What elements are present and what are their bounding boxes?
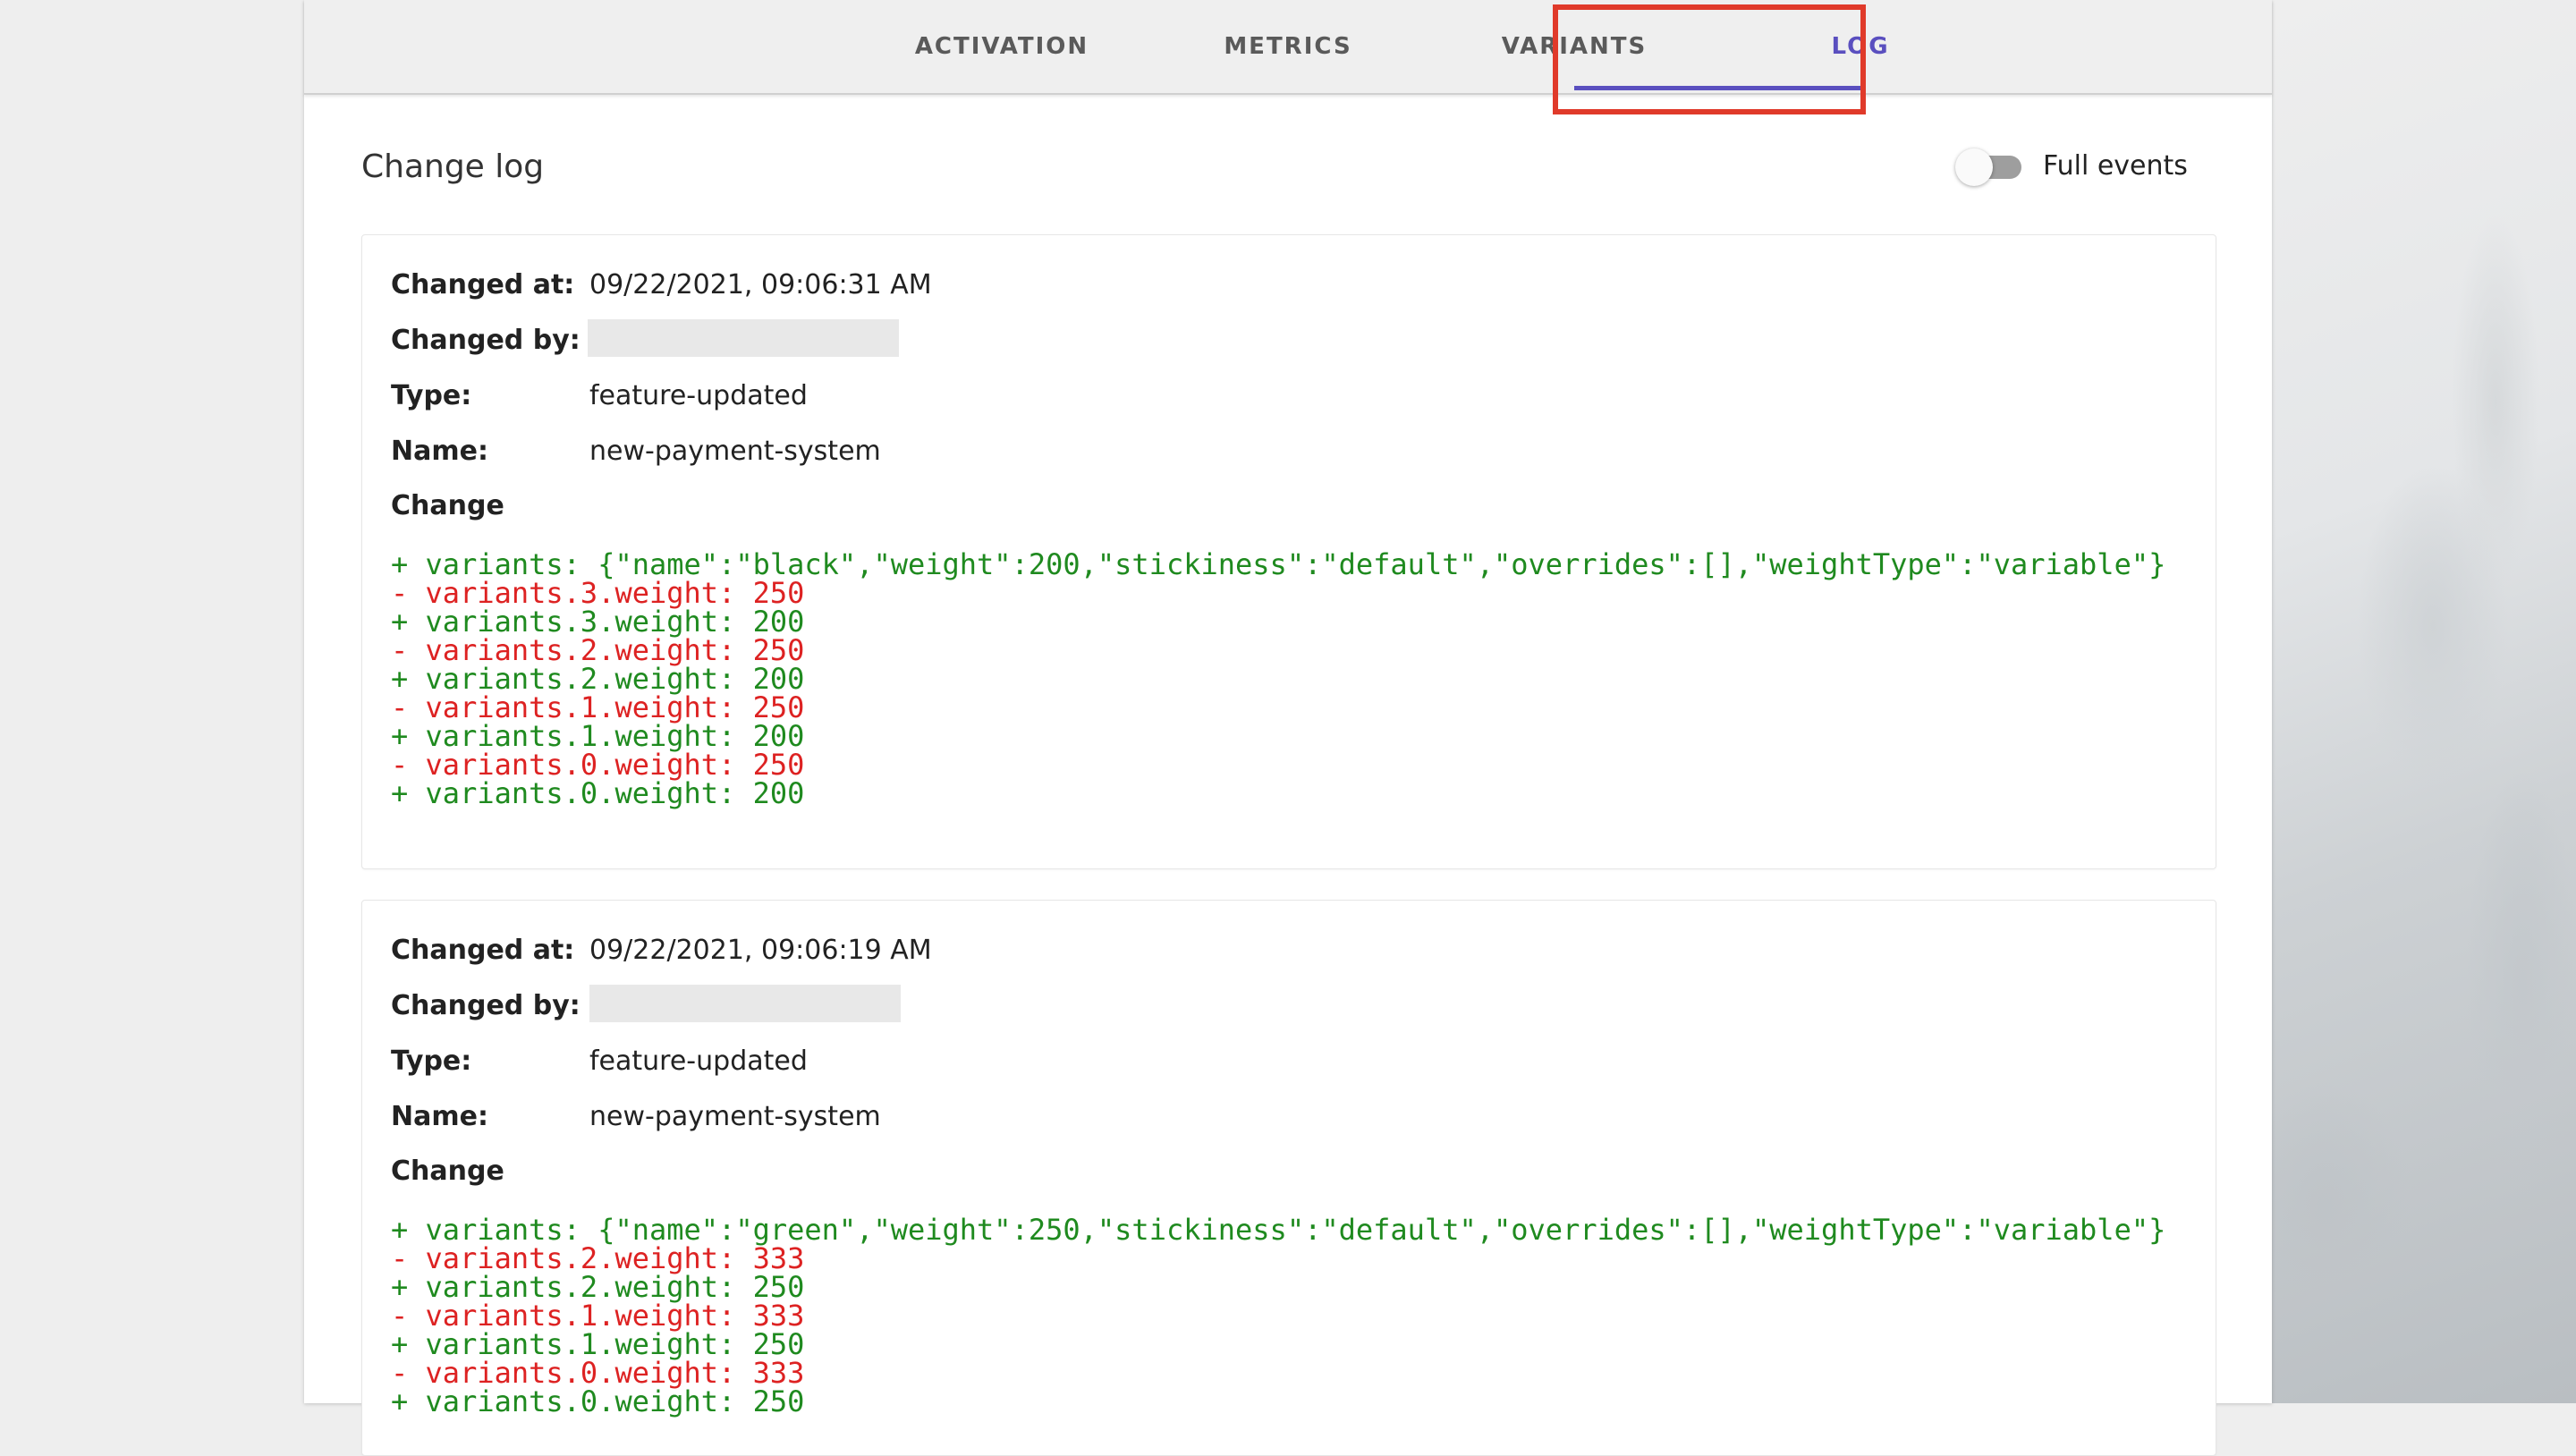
tab-activation[interactable]: ACTIVATION	[859, 0, 1145, 93]
type-value: feature-updated	[589, 1045, 808, 1077]
tab-bar: ACTIVATION METRICS VARIANTS LOG	[304, 0, 2272, 95]
diff-line-removed: - variants.2.weight: 333	[391, 1241, 805, 1275]
page-title: Change log	[361, 148, 545, 185]
type-label: Type:	[391, 380, 472, 411]
tab-metrics[interactable]: METRICS	[1145, 0, 1431, 93]
name-label: Name:	[391, 1101, 488, 1132]
changed-at-value: 09/22/2021, 09:06:19 AM	[589, 935, 932, 966]
changed-by-label: Changed by:	[391, 990, 580, 1021]
change-label: Change	[391, 490, 504, 521]
name-value: new-payment-system	[589, 1101, 881, 1132]
diff-line-added: + variants.1.weight: 200	[391, 719, 805, 753]
change-event-card: Changed at: 09/22/2021, 09:06:31 AM Chan…	[361, 234, 2216, 869]
changed-at-label: Changed at:	[391, 269, 575, 301]
changed-by-label: Changed by:	[391, 325, 580, 356]
name-label: Name:	[391, 436, 488, 467]
change-diff: + variants: {"name":"green","weight":250…	[391, 1215, 2165, 1416]
diff-line-added: + variants.0.weight: 200	[391, 776, 805, 810]
diff-line-removed: - variants.0.weight: 250	[391, 748, 805, 782]
diff-line-added: + variants: {"name":"black","weight":200…	[391, 547, 2166, 581]
diff-line-added: + variants.0.weight: 250	[391, 1384, 805, 1418]
diff-line-removed: - variants.2.weight: 250	[391, 633, 805, 667]
change-diff: + variants: {"name":"black","weight":200…	[391, 550, 2165, 808]
diff-line-added: + variants: {"name":"green","weight":250…	[391, 1213, 2166, 1247]
diff-line-removed: - variants.0.weight: 333	[391, 1356, 805, 1390]
toggle-thumb[interactable]	[1955, 148, 1993, 186]
diff-line-added: + variants.1.weight: 250	[391, 1327, 805, 1361]
change-event-card: Changed at: 09/22/2021, 09:06:19 AM Chan…	[361, 900, 2216, 1456]
changed-at-value: 09/22/2021, 09:06:31 AM	[589, 269, 932, 301]
tab-highlight-box	[1553, 4, 1866, 114]
diff-line-added: + variants.3.weight: 200	[391, 605, 805, 639]
diff-line-added: + variants.2.weight: 250	[391, 1270, 805, 1304]
type-value: feature-updated	[589, 380, 808, 411]
diff-line-removed: - variants.1.weight: 333	[391, 1299, 805, 1333]
changed-at-label: Changed at:	[391, 935, 575, 966]
background-artwork	[2272, 0, 2576, 1403]
name-value: new-payment-system	[589, 436, 881, 467]
diff-line-removed: - variants.1.weight: 250	[391, 690, 805, 724]
diff-line-added: + variants.2.weight: 200	[391, 662, 805, 696]
feature-panel: ACTIVATION METRICS VARIANTS LOG Change l…	[304, 0, 2272, 1456]
change-label: Change	[391, 1155, 504, 1187]
changed-by-redacted	[588, 319, 899, 357]
type-label: Type:	[391, 1045, 472, 1077]
full-events-label: Full events	[2043, 150, 2188, 182]
diff-line-removed: - variants.3.weight: 250	[391, 576, 805, 610]
changed-by-redacted	[589, 985, 901, 1022]
